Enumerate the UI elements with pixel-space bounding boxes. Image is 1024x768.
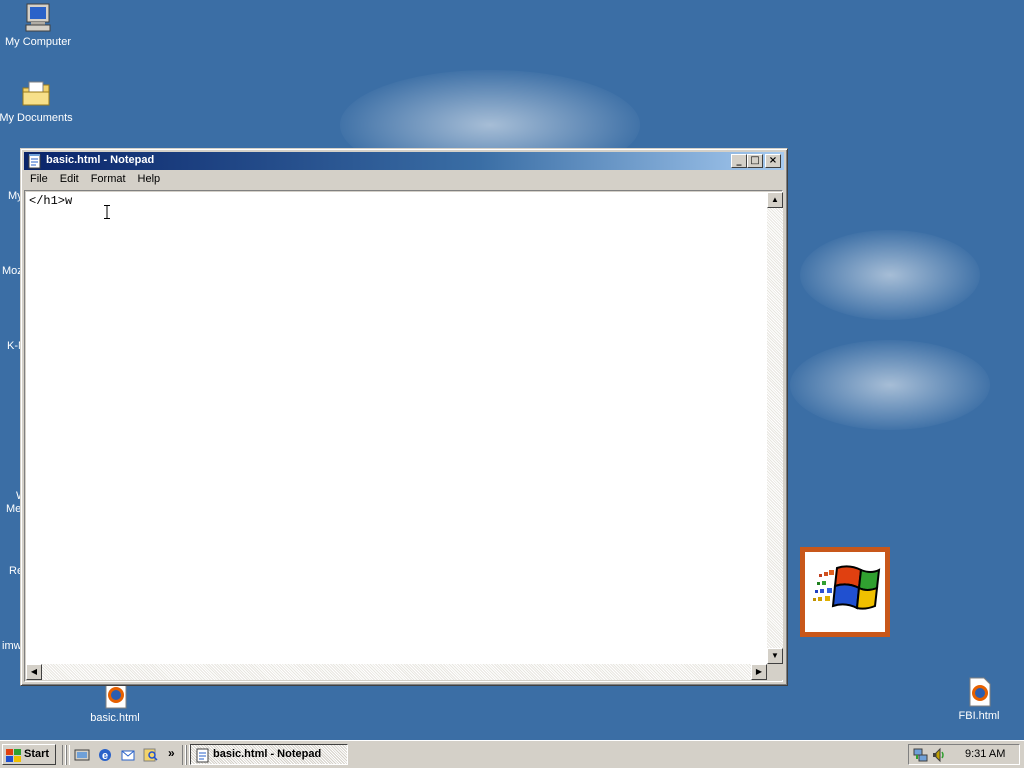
outlook-express-icon[interactable] <box>120 747 136 763</box>
close-button[interactable]: × <box>765 154 781 168</box>
show-desktop-icon[interactable] <box>74 747 90 763</box>
task-button-notepad[interactable]: basic.html - Notepad <box>190 744 348 765</box>
menu-format[interactable]: Format <box>85 171 132 187</box>
wallpaper-cloud <box>790 340 990 430</box>
ibeam-cursor-icon <box>104 205 110 219</box>
text-editor[interactable]: </h1>w <box>26 192 767 664</box>
start-button[interactable]: Start <box>2 744 56 765</box>
title-bar[interactable]: basic.html - Notepad _ □ × <box>24 152 784 170</box>
desktop-icon-label: FBI.html <box>958 710 1000 722</box>
network-icon[interactable] <box>913 747 929 763</box>
firefox-html-icon <box>969 677 991 707</box>
system-tray: 9:31 AM <box>908 744 1020 765</box>
menu-help[interactable]: Help <box>132 171 167 187</box>
windows-logo-tile <box>800 547 890 637</box>
task-button-label: basic.html - Notepad <box>213 748 322 760</box>
windows-flag-icon <box>6 749 21 762</box>
windows-flag-icon <box>813 565 881 610</box>
minimize-button[interactable]: _ <box>731 154 747 168</box>
my-computer-icon <box>25 3 51 32</box>
internet-explorer-icon[interactable]: e <box>97 747 113 763</box>
taskbar-separator <box>66 745 70 765</box>
notepad-icon <box>196 748 209 763</box>
notepad-window[interactable]: basic.html - Notepad _ □ × File Edit Forma… <box>20 148 788 686</box>
menu-edit[interactable]: Edit <box>54 171 85 187</box>
desktop-icon-my-computer[interactable]: My Computer <box>0 2 76 48</box>
taskbar: Start e » basic.html - Notepad 9:31 AM <box>0 740 1024 768</box>
scroll-left-button[interactable]: ◀ <box>26 664 42 680</box>
my-documents-icon <box>22 81 50 106</box>
vertical-scrollbar[interactable]: ▲ ▼ <box>767 192 783 664</box>
quick-launch-chevron[interactable]: » <box>168 746 175 760</box>
desktop-icon-fbi-html[interactable]: FBI.html <box>941 676 1017 722</box>
desktop-icon-label: basic.html <box>90 712 140 724</box>
maximize-button[interactable]: □ <box>747 154 763 168</box>
scroll-right-button[interactable]: ▶ <box>751 664 767 680</box>
clock[interactable]: 9:31 AM <box>965 748 1005 760</box>
scroll-up-button[interactable]: ▲ <box>767 192 783 208</box>
start-label: Start <box>24 748 50 760</box>
window-title: basic.html - Notepad <box>46 154 155 166</box>
menu-file[interactable]: File <box>24 171 54 187</box>
desktop-icon-label: My Computer <box>4 36 72 48</box>
desktop[interactable]: My Computer My Documents My Moz K-M W Me… <box>0 0 1024 740</box>
svg-text:e: e <box>102 750 108 762</box>
search-icon[interactable] <box>143 747 159 763</box>
desktop-icon-my-documents[interactable]: My Documents <box>0 78 74 124</box>
menu-bar: File Edit Format Help <box>24 171 784 189</box>
wallpaper-cloud <box>800 230 980 320</box>
horizontal-scrollbar[interactable]: ◀ ▶ <box>26 664 767 680</box>
size-grip <box>767 664 783 680</box>
notepad-icon <box>28 154 41 169</box>
edit-frame: </h1>w ▲ ▼ ◀ ▶ <box>24 190 783 682</box>
desktop-icon-label: My Documents <box>0 112 73 124</box>
scroll-down-button[interactable]: ▼ <box>767 648 783 664</box>
volume-icon[interactable] <box>931 747 947 763</box>
